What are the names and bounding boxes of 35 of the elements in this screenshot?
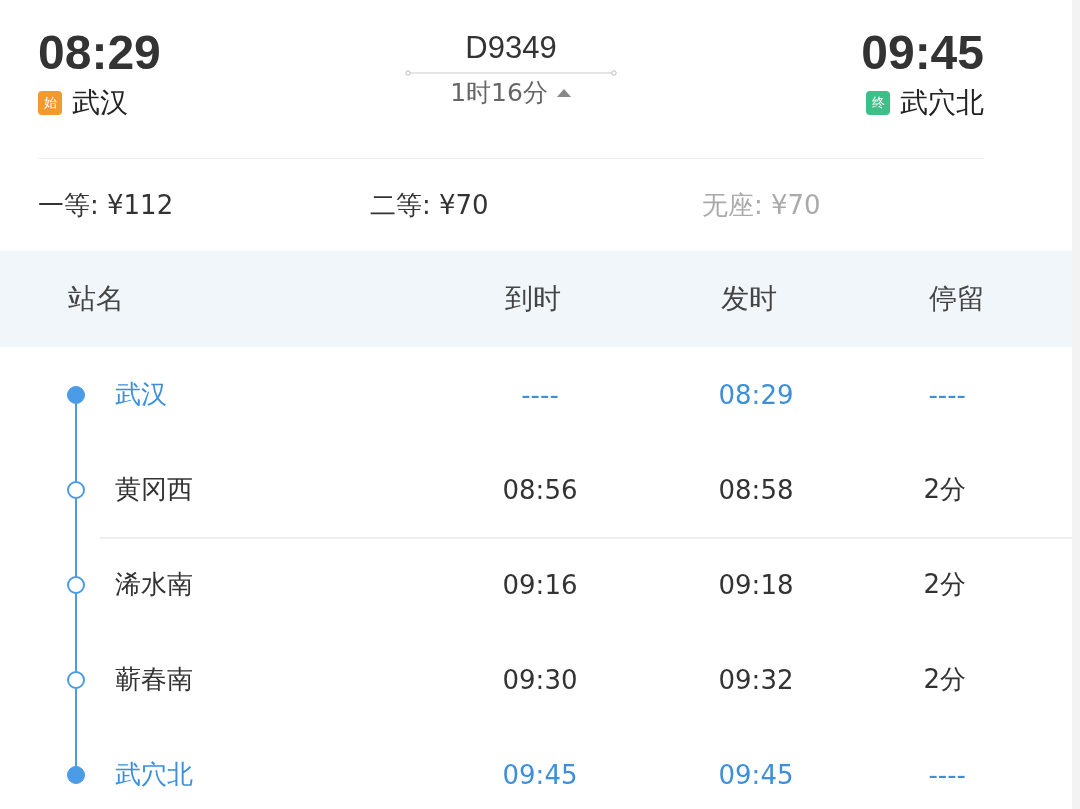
stop-duration: ---- [927,759,966,790]
departure-cell-text: 08:29 [717,379,795,410]
end-badge: 终 [866,91,890,115]
station-name: 武穴北 [115,758,194,791]
departure-cell-text: 08:58 [717,474,795,505]
train-number: D9349 [465,30,557,66]
stop-duration: 2分 [922,568,966,601]
arrival-cell-text: 09:16 [501,569,579,600]
station-name: 浠水南 [115,568,194,601]
departure-cell-text: 09:18 [717,569,795,600]
start-badge: 始 [38,91,62,115]
duration-toggle[interactable]: 1时16分 [450,76,572,109]
column-header: 到时 [504,281,562,317]
arrival-time: 09:45 [861,25,984,81]
arrival-station: 武穴北 [900,85,984,121]
departure-cell-text: 09:45 [717,759,795,790]
arrival-cell-text: 09:30 [501,664,579,695]
arrival-cell-text: 09:45 [501,759,579,790]
station-name: 黄冈西 [115,473,194,506]
arrival-cell-text: ---- [520,379,560,410]
station-name: 蕲春南 [115,663,194,696]
column-header: 站名 [68,281,125,317]
station-name: 武汉 [115,378,168,411]
column-header: 发时 [720,281,778,317]
arrival-cell-text: 08:56 [501,474,579,505]
stop-duration: 2分 [922,663,966,696]
stop-duration: 2分 [922,473,966,506]
fare-price: 无座: ¥70 [702,188,822,222]
departure-time: 08:29 [38,25,161,81]
column-header: 停留 [928,281,985,317]
departure-cell-text: 09:32 [717,664,795,695]
fare-price: 一等: ¥112 [38,188,175,222]
fare-price: 二等: ¥70 [370,188,490,222]
stop-duration: ---- [927,379,966,410]
departure-station: 武汉 [72,85,128,121]
